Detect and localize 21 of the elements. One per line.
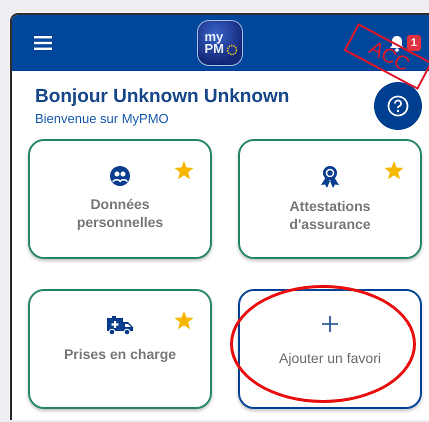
star-icon[interactable] (174, 311, 194, 330)
greeting-subtitle: Bienvenue sur MyPMO (35, 111, 170, 126)
help-icon (387, 95, 409, 117)
app-logo[interactable]: my PM (197, 20, 244, 66)
card-label: Prises en charge (62, 345, 178, 363)
notification-badge: 1 (406, 35, 421, 51)
shortcut-card[interactable]: Prises en charge (28, 289, 212, 409)
shortcut-card[interactable]: Données personnelles (28, 139, 212, 259)
ambulance-icon (106, 315, 134, 337)
award-icon (320, 165, 340, 189)
star-icon[interactable] (384, 161, 404, 180)
help-button[interactable] (374, 82, 422, 130)
plus-icon (321, 315, 339, 333)
card-label: Ajouter un favori (278, 349, 382, 367)
people-icon (109, 165, 131, 187)
card-label: Données personnelles (76, 195, 164, 231)
menu-icon[interactable] (34, 36, 52, 50)
greeting-title: Bonjour Unknown Unknown (35, 86, 290, 108)
card-label: Attestations d'assurance (288, 197, 372, 233)
shortcut-card[interactable]: Attestations d'assurance (238, 139, 422, 259)
star-icon[interactable] (174, 161, 194, 180)
